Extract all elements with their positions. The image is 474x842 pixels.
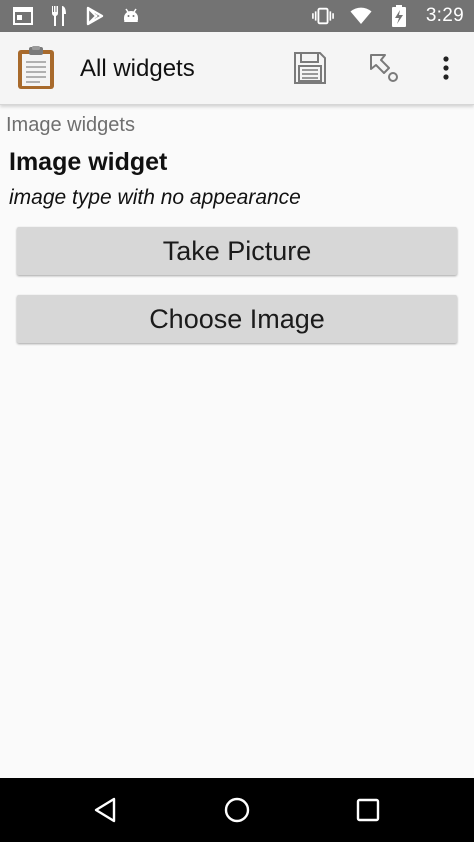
android-icon	[120, 5, 142, 27]
battery-charging-icon	[388, 5, 410, 27]
choose-image-button[interactable]: Choose Image	[17, 295, 457, 343]
more-vert-icon[interactable]	[428, 50, 464, 86]
status-right-icons: 3:29	[311, 5, 464, 27]
restaurant-icon	[48, 5, 70, 27]
vibrate-icon	[311, 5, 334, 27]
home-icon[interactable]	[219, 792, 255, 828]
question-hint: image type with no appearance	[9, 186, 301, 209]
clipboard-logo-icon	[16, 46, 56, 90]
save-icon[interactable]	[292, 50, 328, 86]
question-title: Image widget	[9, 148, 168, 176]
take-picture-button[interactable]: Take Picture	[17, 227, 457, 275]
navigation-bar	[0, 778, 474, 842]
play-store-icon	[84, 5, 106, 27]
goto-icon[interactable]	[366, 50, 402, 86]
recents-icon[interactable]	[350, 792, 386, 828]
status-left-icons	[12, 5, 142, 27]
app-title: All widgets	[80, 54, 195, 82]
status-bar: 3:29	[0, 0, 474, 32]
wifi-icon	[350, 5, 372, 27]
form-content: Image widgets Image widget image type wi…	[0, 106, 474, 778]
app-bar: All widgets	[0, 32, 474, 105]
group-label: Image widgets	[6, 114, 135, 136]
back-icon[interactable]	[88, 792, 124, 828]
calendar-icon	[12, 5, 34, 27]
status-time: 3:29	[425, 5, 464, 26]
